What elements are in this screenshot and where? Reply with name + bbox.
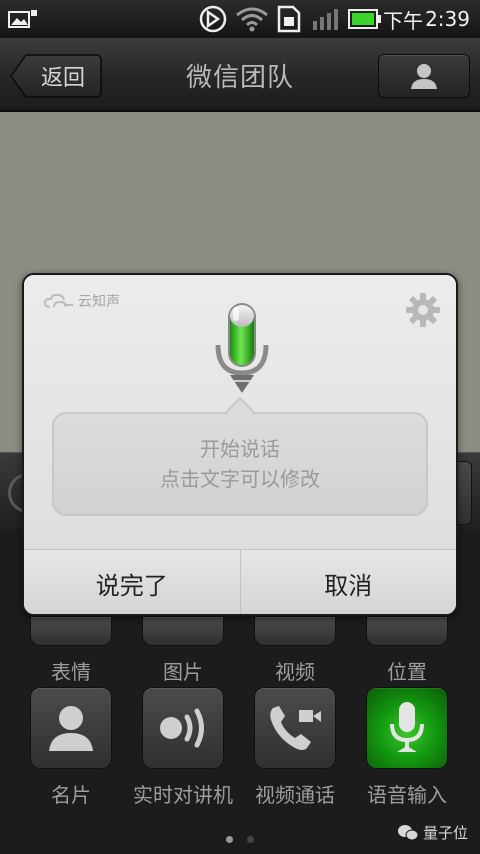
prompt-line2: 点击文字可以修改 (160, 467, 320, 491)
person-icon (49, 706, 93, 751)
brand-logo: 云知声 (44, 291, 120, 311)
panel-item-walkie-talkie[interactable]: 实时对讲机 (128, 687, 238, 808)
image-icon (142, 616, 224, 646)
back-button[interactable]: 返回 (10, 54, 102, 98)
cancel-button[interactable]: 取消 (239, 550, 457, 614)
panel-item-location[interactable]: 位置 (352, 616, 462, 685)
panel-item-label: 视频通话 (255, 783, 335, 807)
done-button[interactable]: 说完了 (24, 550, 240, 614)
brand-label: 云知声 (78, 294, 120, 310)
panel-item-video-call[interactable]: 视频通话 (240, 687, 350, 808)
prompt-line1: 开始说话 (200, 437, 280, 461)
panel-item-label: 名片 (51, 783, 91, 807)
page-title: 微信团队 (185, 62, 294, 93)
walkie-talkie-icon (160, 708, 204, 748)
microphone-icon (214, 301, 270, 401)
emoji-icon (30, 616, 112, 646)
panel-item-label: 位置 (387, 660, 427, 684)
settings-gear-icon[interactable] (406, 293, 440, 331)
wifi-icon (234, 0, 270, 38)
panel-item-card[interactable]: 名片 (16, 687, 126, 808)
status-time: 下午 2:39 (383, 7, 470, 33)
dialog-button-bar: 说完了 取消 (24, 549, 457, 614)
video-call-icon (270, 706, 321, 750)
page-dot-active (226, 836, 233, 843)
page-dot (247, 836, 254, 843)
signal-icon (312, 0, 342, 38)
watermark: 量子位 (397, 822, 468, 843)
panel-item-voice-input[interactable]: 语音输入 (352, 687, 462, 808)
panel-item-label: 语音输入 (367, 783, 447, 807)
person-icon (411, 64, 437, 89)
wechat-icon (397, 824, 419, 840)
title-bar: 返回 微信团队 (0, 38, 480, 112)
video-icon (254, 616, 336, 646)
panel-item-label: 实时对讲机 (133, 783, 233, 807)
sim-card-icon (276, 0, 302, 38)
status-bar: 下午 2:39 (0, 0, 480, 38)
panel-item-label: 图片 (163, 660, 203, 684)
panel-item-label: 视频 (275, 660, 315, 684)
profile-button[interactable] (378, 54, 470, 98)
gallery-notification-icon (8, 0, 38, 38)
sync-icon (198, 0, 228, 38)
panel-item-image[interactable]: 图片 (128, 616, 238, 685)
cloud-logo-icon (44, 293, 73, 308)
speech-text-box[interactable]: 开始说话 点击文字可以修改 (52, 412, 428, 516)
panel-item-emoji[interactable]: 表情 (16, 616, 126, 685)
battery-icon (348, 0, 382, 38)
voice-input-dialog: 云知声 开始说话 点击文字可以修改 说完了 取消 (22, 273, 458, 616)
location-icon (366, 616, 448, 646)
panel-item-label: 表情 (51, 660, 91, 684)
back-label: 返回 (40, 66, 85, 91)
microphone-icon (390, 702, 424, 752)
panel-item-video[interactable]: 视频 (240, 616, 350, 685)
